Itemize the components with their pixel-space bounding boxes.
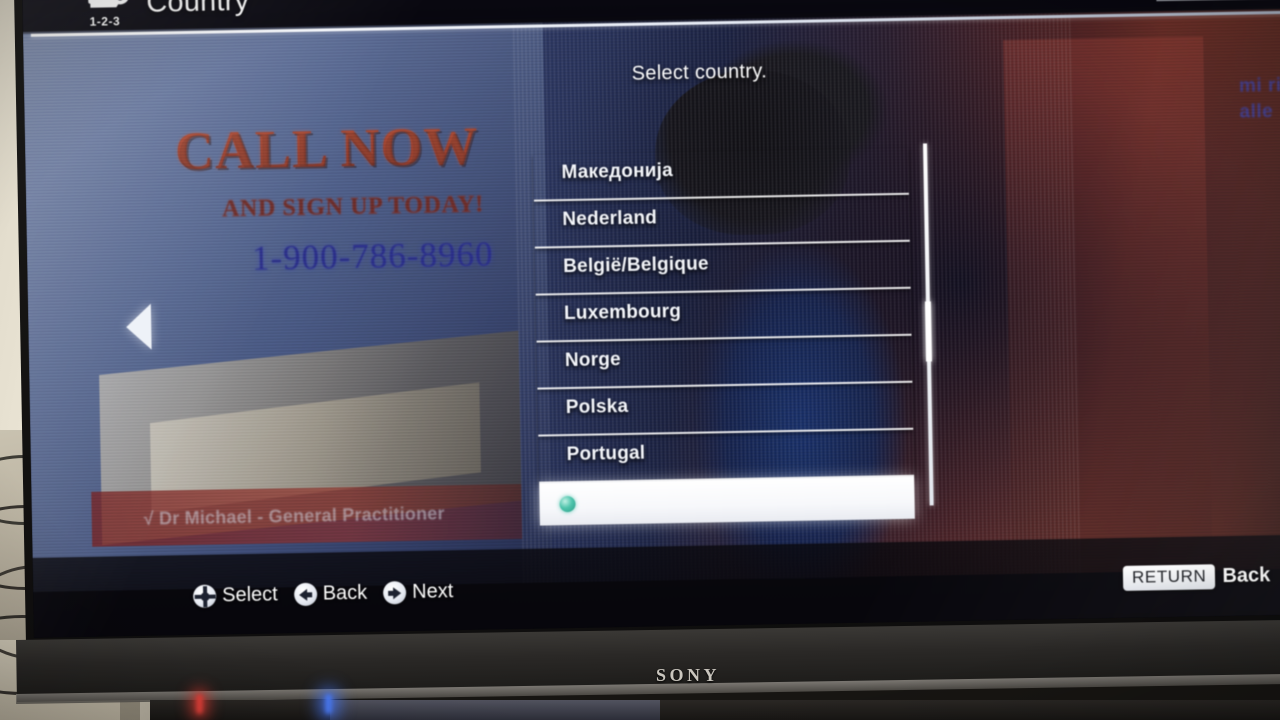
- return-hint[interactable]: RETURN Back: [1122, 563, 1271, 591]
- dpad-icon: [192, 584, 217, 608]
- country-label: Portugal: [566, 442, 646, 466]
- arrow-right-icon: [382, 581, 407, 605]
- country-list-item[interactable]: Nederland: [534, 194, 910, 249]
- step-indicator: 1-2-3: [89, 14, 121, 29]
- country-label: Nederland: [562, 207, 658, 231]
- country-label: Luxembourg: [563, 300, 682, 325]
- selection-indicator-icon: [559, 495, 576, 513]
- ad-subheadline: AND SIGN UP TODAY!: [221, 191, 485, 223]
- hint-next[interactable]: Next: [382, 580, 454, 605]
- country-label: Norge: [564, 349, 622, 372]
- hint-back[interactable]: Back: [293, 581, 368, 607]
- country-list[interactable]: Македонија Nederland België/Belgique Lux…: [533, 147, 915, 526]
- country-list-item[interactable]: Polska: [537, 382, 914, 437]
- return-hint-label: Back: [1222, 564, 1271, 588]
- country-label: België/Belgique: [563, 253, 709, 278]
- ad-right-edge-text: mi ri alle: [1238, 74, 1280, 123]
- arrow-left-icon: [293, 582, 317, 607]
- hint-label: Back: [322, 581, 368, 605]
- ad-phone-number: 1-900-786-8960: [251, 234, 494, 278]
- country-list-item[interactable]: Македонија: [533, 147, 909, 202]
- country-list-item[interactable]: België/Belgique: [534, 241, 911, 296]
- ad-headline: CALL NOW: [174, 113, 575, 182]
- av-device-panel: [330, 700, 660, 720]
- status-led-blue: [325, 694, 332, 714]
- return-key-badge: RETURN: [1122, 564, 1216, 591]
- ad-right-figure: [1003, 36, 1213, 560]
- country-list-item-selected[interactable]: [539, 476, 915, 526]
- page-title: Country: [145, 0, 250, 19]
- screenshot-root: CALL NOW AND SIGN UP TODAY! 1-900-786-89…: [0, 0, 1280, 720]
- hint-label: Next: [411, 580, 454, 603]
- country-label: Polska: [565, 395, 629, 419]
- tv-screen: CALL NOW AND SIGN UP TODAY! 1-900-786-89…: [22, 0, 1280, 638]
- wrench-tool-icon: 1-2-3: [84, 0, 143, 32]
- country-list-item[interactable]: Norge: [536, 335, 913, 390]
- country-label: Македонија: [561, 160, 674, 184]
- previous-page-arrow-icon[interactable]: [125, 303, 152, 351]
- country-list-item[interactable]: Portugal: [538, 429, 915, 484]
- hint-bar: Select Back Next: [192, 580, 454, 608]
- hint-select[interactable]: Select: [192, 583, 278, 608]
- hint-label: Select: [221, 583, 278, 607]
- power-led-red: [196, 694, 203, 714]
- brand-logo: SONY: [656, 665, 721, 685]
- av-device: [150, 700, 1280, 720]
- select-country-prompt: Select country.: [631, 60, 768, 85]
- list-scrollbar-thumb[interactable]: [924, 301, 932, 362]
- country-list-item[interactable]: Luxembourg: [535, 288, 912, 343]
